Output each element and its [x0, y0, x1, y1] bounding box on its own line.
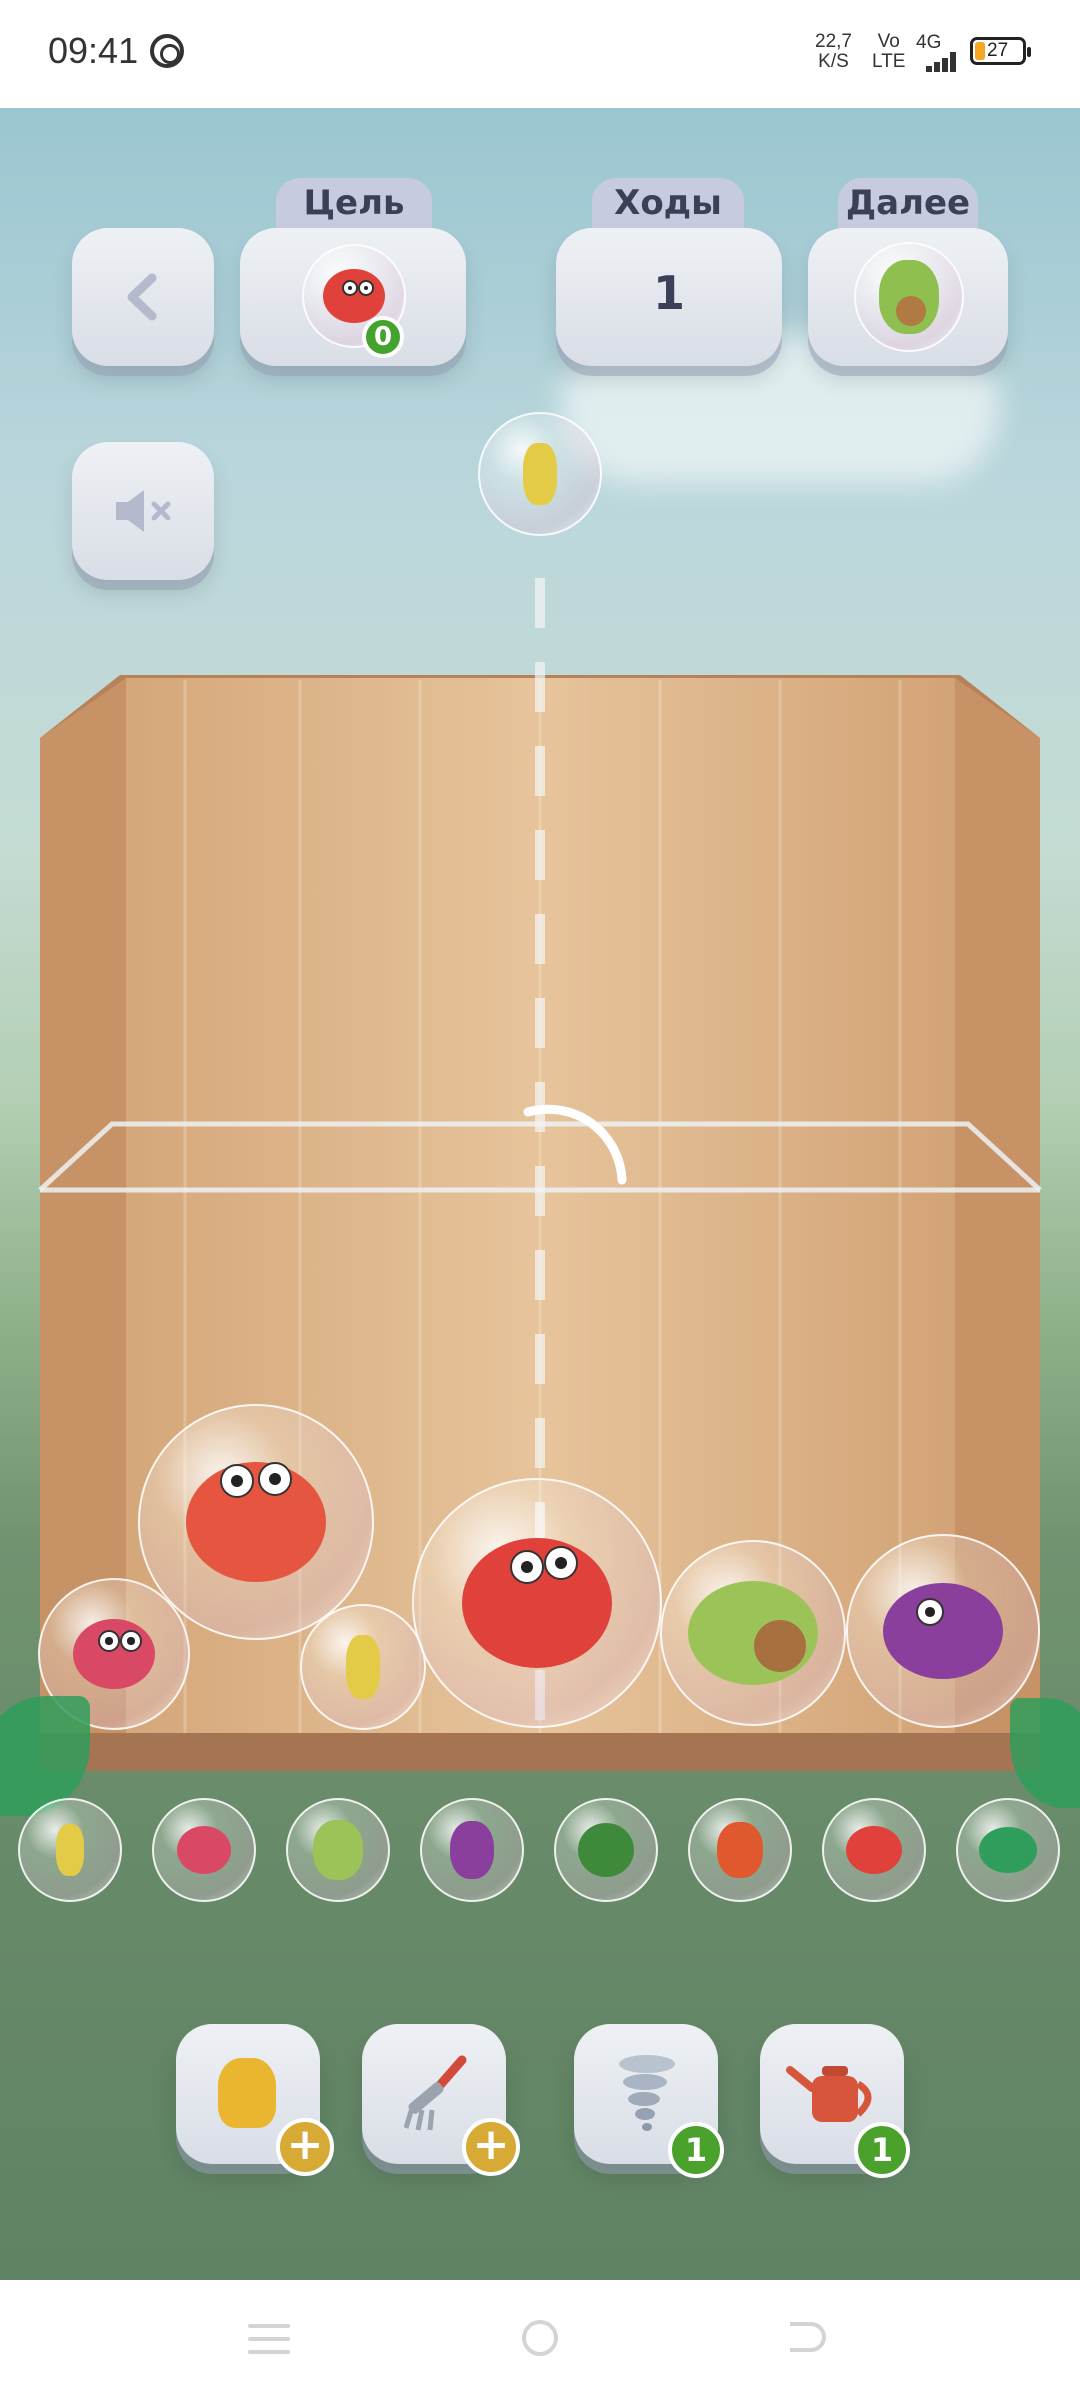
corn-bubble — [300, 1604, 426, 1730]
glove-icon — [218, 2058, 276, 2128]
goal-tab: Цель — [276, 178, 432, 228]
tray-raspberry-icon — [152, 1798, 256, 1902]
avocado-bubble — [660, 1540, 846, 1726]
watering-can-icon — [786, 2066, 872, 2122]
navigation-bar — [0, 2280, 1080, 2400]
speaker-muted-icon — [116, 490, 171, 532]
moves-panel: 1 — [556, 228, 782, 366]
volte-top: Vo — [877, 31, 900, 52]
moves-tab: Ходы — [592, 178, 744, 228]
chevron-left-icon — [127, 273, 157, 321]
moves-label: Ходы — [614, 183, 722, 223]
goal-label: Цель — [303, 183, 405, 223]
evolution-tray — [0, 1798, 1080, 1908]
speed-value: 22,7 — [815, 31, 852, 52]
tornado-count-badge: 1 — [668, 2122, 724, 2178]
watering-can-count-badge: 1 — [854, 2122, 910, 2178]
speed-unit: K/S — [818, 51, 849, 72]
battery-level: 27 — [987, 40, 1009, 61]
game-area[interactable]: Цель 0 Ходы 1 Далее + + 1 1 — [0, 108, 1080, 2280]
tray-avocado-icon — [286, 1798, 390, 1902]
tray-tomato-icon — [822, 1798, 926, 1902]
tray-carrot-icon — [688, 1798, 792, 1902]
next-panel — [808, 228, 1008, 366]
tornado-tool-button[interactable]: 1 — [574, 2024, 724, 2178]
tray-corn-icon — [18, 1798, 122, 1902]
rake-tool-button[interactable]: + — [362, 2024, 520, 2176]
eggplant-bubble — [846, 1534, 1040, 1728]
tray-broccoli-icon — [554, 1798, 658, 1902]
glove-add-badge[interactable]: + — [276, 2118, 334, 2176]
status-bar: 09:41 22,7 K/S Vo LTE 4G 27 — [0, 0, 1080, 108]
network-type: 4G — [916, 32, 942, 53]
network-speed: 22,7 K/S — [815, 32, 852, 72]
signal-icon — [918, 52, 960, 72]
goal-counter: 0 — [362, 316, 404, 358]
tray-cactus-icon — [956, 1798, 1060, 1902]
rake-icon — [403, 2055, 467, 2131]
next-avocado-icon — [854, 242, 964, 352]
dropper-corn-bubble[interactable] — [478, 412, 602, 536]
back-button[interactable] — [72, 228, 214, 366]
recent-apps-button[interactable] — [248, 2324, 290, 2354]
strawberry-bubble — [138, 1404, 374, 1640]
glove-tool-button[interactable]: + — [176, 2024, 334, 2176]
next-label: Далее — [845, 183, 971, 223]
tomato-crab-bubble — [412, 1478, 662, 1728]
tornado-icon — [619, 2055, 675, 2131]
moves-value: 1 — [652, 266, 685, 320]
rake-add-badge[interactable]: + — [462, 2118, 520, 2176]
whatsapp-icon — [150, 34, 184, 68]
mute-button[interactable] — [72, 442, 214, 580]
volte-indicator: Vo LTE — [872, 32, 905, 72]
back-nav-button[interactable] — [790, 2322, 826, 2352]
clock: 09:41 — [48, 30, 139, 71]
watering-can-tool-button[interactable]: 1 — [760, 2024, 910, 2178]
battery-icon: 27 — [970, 37, 1031, 65]
goal-panel: 0 — [240, 228, 466, 366]
home-button[interactable] — [522, 2320, 558, 2356]
tray-eggplant-icon — [420, 1798, 524, 1902]
volte-bottom: LTE — [872, 51, 906, 72]
next-tab: Далее — [838, 178, 978, 228]
